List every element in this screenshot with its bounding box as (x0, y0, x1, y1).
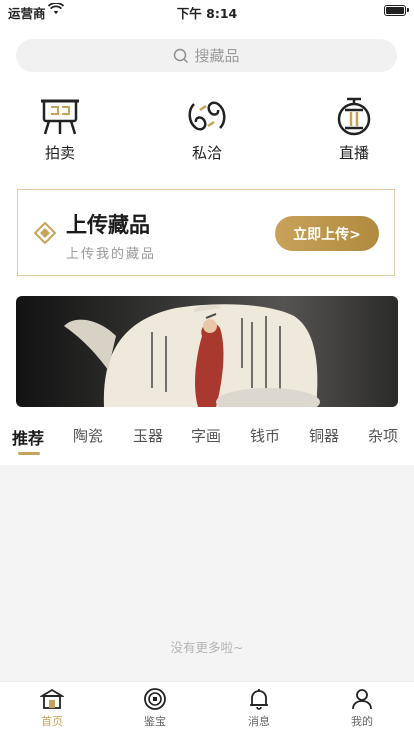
porcelain-teapot-image (64, 304, 320, 407)
tabbar-appraise[interactable]: 鉴宝 (115, 688, 195, 729)
tab-ceramics[interactable]: 陶瓷 (73, 425, 103, 446)
clock: 下午 8:14 (176, 6, 238, 21)
quick-nav-auction[interactable]: 拍卖 (20, 96, 100, 163)
tabbar-label: 鉴宝 (144, 715, 166, 728)
profile-icon (352, 689, 372, 710)
category-tabs: 推荐 陶瓷 玉器 字画 钱币 铜器 杂项 (0, 425, 414, 457)
appraise-icon (144, 688, 166, 710)
bell-icon (250, 689, 268, 710)
tabbar-home[interactable]: 首页 (12, 688, 92, 729)
diamond-icon (34, 222, 56, 244)
auction-stand-icon (41, 99, 79, 135)
upload-card-title: 上传藏品 (66, 212, 150, 237)
tabbar-messages[interactable]: 消息 (219, 688, 299, 729)
search-placeholder: 搜藏品 (194, 47, 240, 65)
quick-nav-live[interactable]: 直播 (314, 96, 394, 163)
live-stream-icon (337, 97, 371, 136)
quick-nav-label: 拍卖 (44, 144, 75, 162)
feed-list[interactable]: 没有更多啦~ (0, 465, 414, 681)
upload-now-button[interactable]: 立即上传> (275, 216, 379, 251)
search-input[interactable]: 搜藏品 (16, 39, 397, 72)
quick-nav-label: 直播 (338, 144, 369, 162)
upload-card-subtitle: 上传我的藏品 (66, 247, 157, 262)
upload-collection-card[interactable]: 上传藏品 上传我的藏品 立即上传> (17, 189, 395, 276)
bottom-tab-bar: 首页 鉴宝 消息 我的 (0, 681, 414, 736)
quick-nav-private-deal[interactable]: 私洽 (167, 96, 247, 163)
handshake-icon (188, 101, 226, 131)
tab-coins[interactable]: 钱币 (250, 425, 280, 446)
battery-icon (384, 5, 409, 16)
tabbar-label: 消息 (248, 715, 270, 728)
tab-bronze[interactable]: 铜器 (309, 425, 339, 446)
tab-miscellaneous[interactable]: 杂项 (368, 425, 398, 446)
status-bar: 运营商 下午 8:14 (0, 0, 414, 22)
quick-nav: 拍卖 私洽 直播 (0, 96, 414, 168)
search-icon (174, 48, 189, 63)
tab-recommended[interactable]: 推荐 (12, 425, 44, 449)
tab-calligraphy-painting[interactable]: 字画 (191, 425, 221, 446)
tabbar-profile[interactable]: 我的 (322, 688, 402, 729)
quick-nav-label: 私洽 (191, 144, 222, 162)
banner-image[interactable] (16, 296, 398, 407)
tabbar-label: 首页 (41, 715, 63, 728)
active-tab-indicator (18, 452, 40, 455)
no-more-text: 没有更多啦~ (170, 640, 244, 655)
tab-jade[interactable]: 玉器 (133, 425, 163, 446)
tabbar-label: 我的 (351, 715, 373, 728)
home-icon (40, 688, 64, 709)
